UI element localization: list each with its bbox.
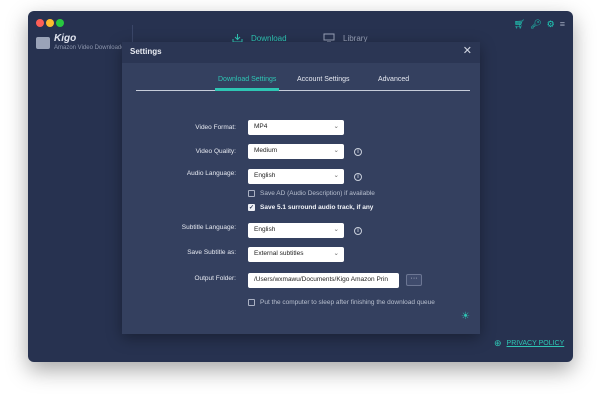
output-folder-label: Output Folder: — [194, 275, 236, 282]
info-icon[interactable]: i — [354, 148, 362, 156]
gear-icon[interactable]: ⚙ — [547, 19, 555, 29]
save-ad-checkbox[interactable] — [248, 190, 255, 197]
subtitle-language-select[interactable]: English ⌄ — [248, 223, 344, 238]
save-ad-checkbox-row[interactable]: Save AD (Audio Description) if available — [248, 190, 375, 197]
video-quality-label: Video Quality: — [195, 148, 236, 155]
tab-download-settings[interactable]: Download Settings — [218, 76, 276, 83]
privacy-policy-label: PRIVACY POLICY — [506, 340, 565, 347]
sleep-checkbox[interactable] — [248, 299, 255, 306]
menu-icon[interactable]: ≡ — [560, 19, 565, 29]
chevron-down-icon: ⌄ — [333, 226, 339, 233]
video-format-select[interactable]: MP4 ⌄ — [248, 120, 344, 135]
active-tab-indicator — [215, 88, 279, 91]
save-51-checkbox[interactable]: ✓ — [248, 204, 255, 211]
chevron-down-icon: ⌄ — [333, 123, 339, 130]
save-subtitle-label: Save Subtitle as: — [187, 249, 236, 256]
app-window: Kigo Amazon Video Downloader Download Li… — [28, 11, 573, 362]
settings-dialog: Settings ✕ Download Settings Account Set… — [122, 42, 480, 334]
dialog-title: Settings — [130, 47, 162, 56]
video-format-value: MP4 — [254, 123, 268, 130]
app-name: Kigo — [54, 33, 77, 44]
globe-icon: ⊕ — [494, 338, 502, 348]
close-window-button[interactable] — [36, 19, 44, 27]
save-ad-label: Save AD (Audio Description) if available — [260, 190, 375, 197]
audio-language-value: English — [254, 172, 276, 179]
output-folder-field[interactable]: /Users/wxmawu/Documents/Kigo Amazon Prin — [248, 273, 399, 288]
sleep-label: Put the computer to sleep after finishin… — [260, 299, 435, 306]
tab-advanced[interactable]: Advanced — [378, 76, 409, 83]
info-icon[interactable]: i — [354, 173, 362, 181]
video-quality-value: Medium — [254, 147, 278, 154]
video-format-label: Video Format: — [195, 124, 236, 131]
chevron-down-icon: ⌄ — [333, 172, 339, 179]
audio-language-select[interactable]: English ⌄ — [248, 169, 344, 184]
tab-account-settings[interactable]: Account Settings — [297, 76, 350, 83]
minimize-window-button[interactable] — [46, 19, 54, 27]
cart-icon[interactable]: 🛒︎ — [514, 19, 525, 29]
settings-tabs: Download Settings Account Settings Advan… — [136, 75, 470, 91]
output-folder-path: /Users/wxmawu/Documents/Kigo Amazon Prin — [254, 276, 389, 283]
video-quality-select[interactable]: Medium ⌄ — [248, 144, 344, 159]
privacy-policy-link[interactable]: ⊕ PRIVACY POLICY — [494, 338, 564, 349]
save-51-label: Save 5.1 surround audio track, if any — [260, 204, 374, 211]
save-subtitle-value: External subtitles — [254, 250, 304, 257]
key-icon[interactable]: 🔑︎ — [530, 19, 541, 29]
close-icon[interactable]: ✕ — [463, 45, 472, 57]
app-logo-icon — [36, 37, 50, 49]
lightbulb-icon[interactable]: ☀ — [461, 311, 470, 322]
browse-folder-button[interactable]: ··· — [406, 274, 422, 286]
chevron-down-icon: ⌄ — [333, 147, 339, 154]
toolbar-icons: 🛒︎ 🔑︎ ⚙ ≡ — [514, 19, 565, 29]
audio-language-label: Audio Language: — [186, 170, 236, 177]
chevron-down-icon: ⌄ — [333, 250, 339, 257]
subtitle-language-value: English — [254, 226, 276, 233]
zoom-window-button[interactable] — [56, 19, 64, 27]
app-subtitle: Amazon Video Downloader — [54, 45, 127, 51]
dialog-header: Settings ✕ — [122, 42, 480, 63]
info-icon[interactable]: i — [354, 227, 362, 235]
save-51-checkbox-row[interactable]: ✓ Save 5.1 surround audio track, if any — [248, 204, 373, 211]
subtitle-language-label: Subtitle Language: — [181, 224, 236, 231]
save-subtitle-select[interactable]: External subtitles ⌄ — [248, 247, 344, 262]
sleep-checkbox-row[interactable]: Put the computer to sleep after finishin… — [248, 299, 435, 306]
